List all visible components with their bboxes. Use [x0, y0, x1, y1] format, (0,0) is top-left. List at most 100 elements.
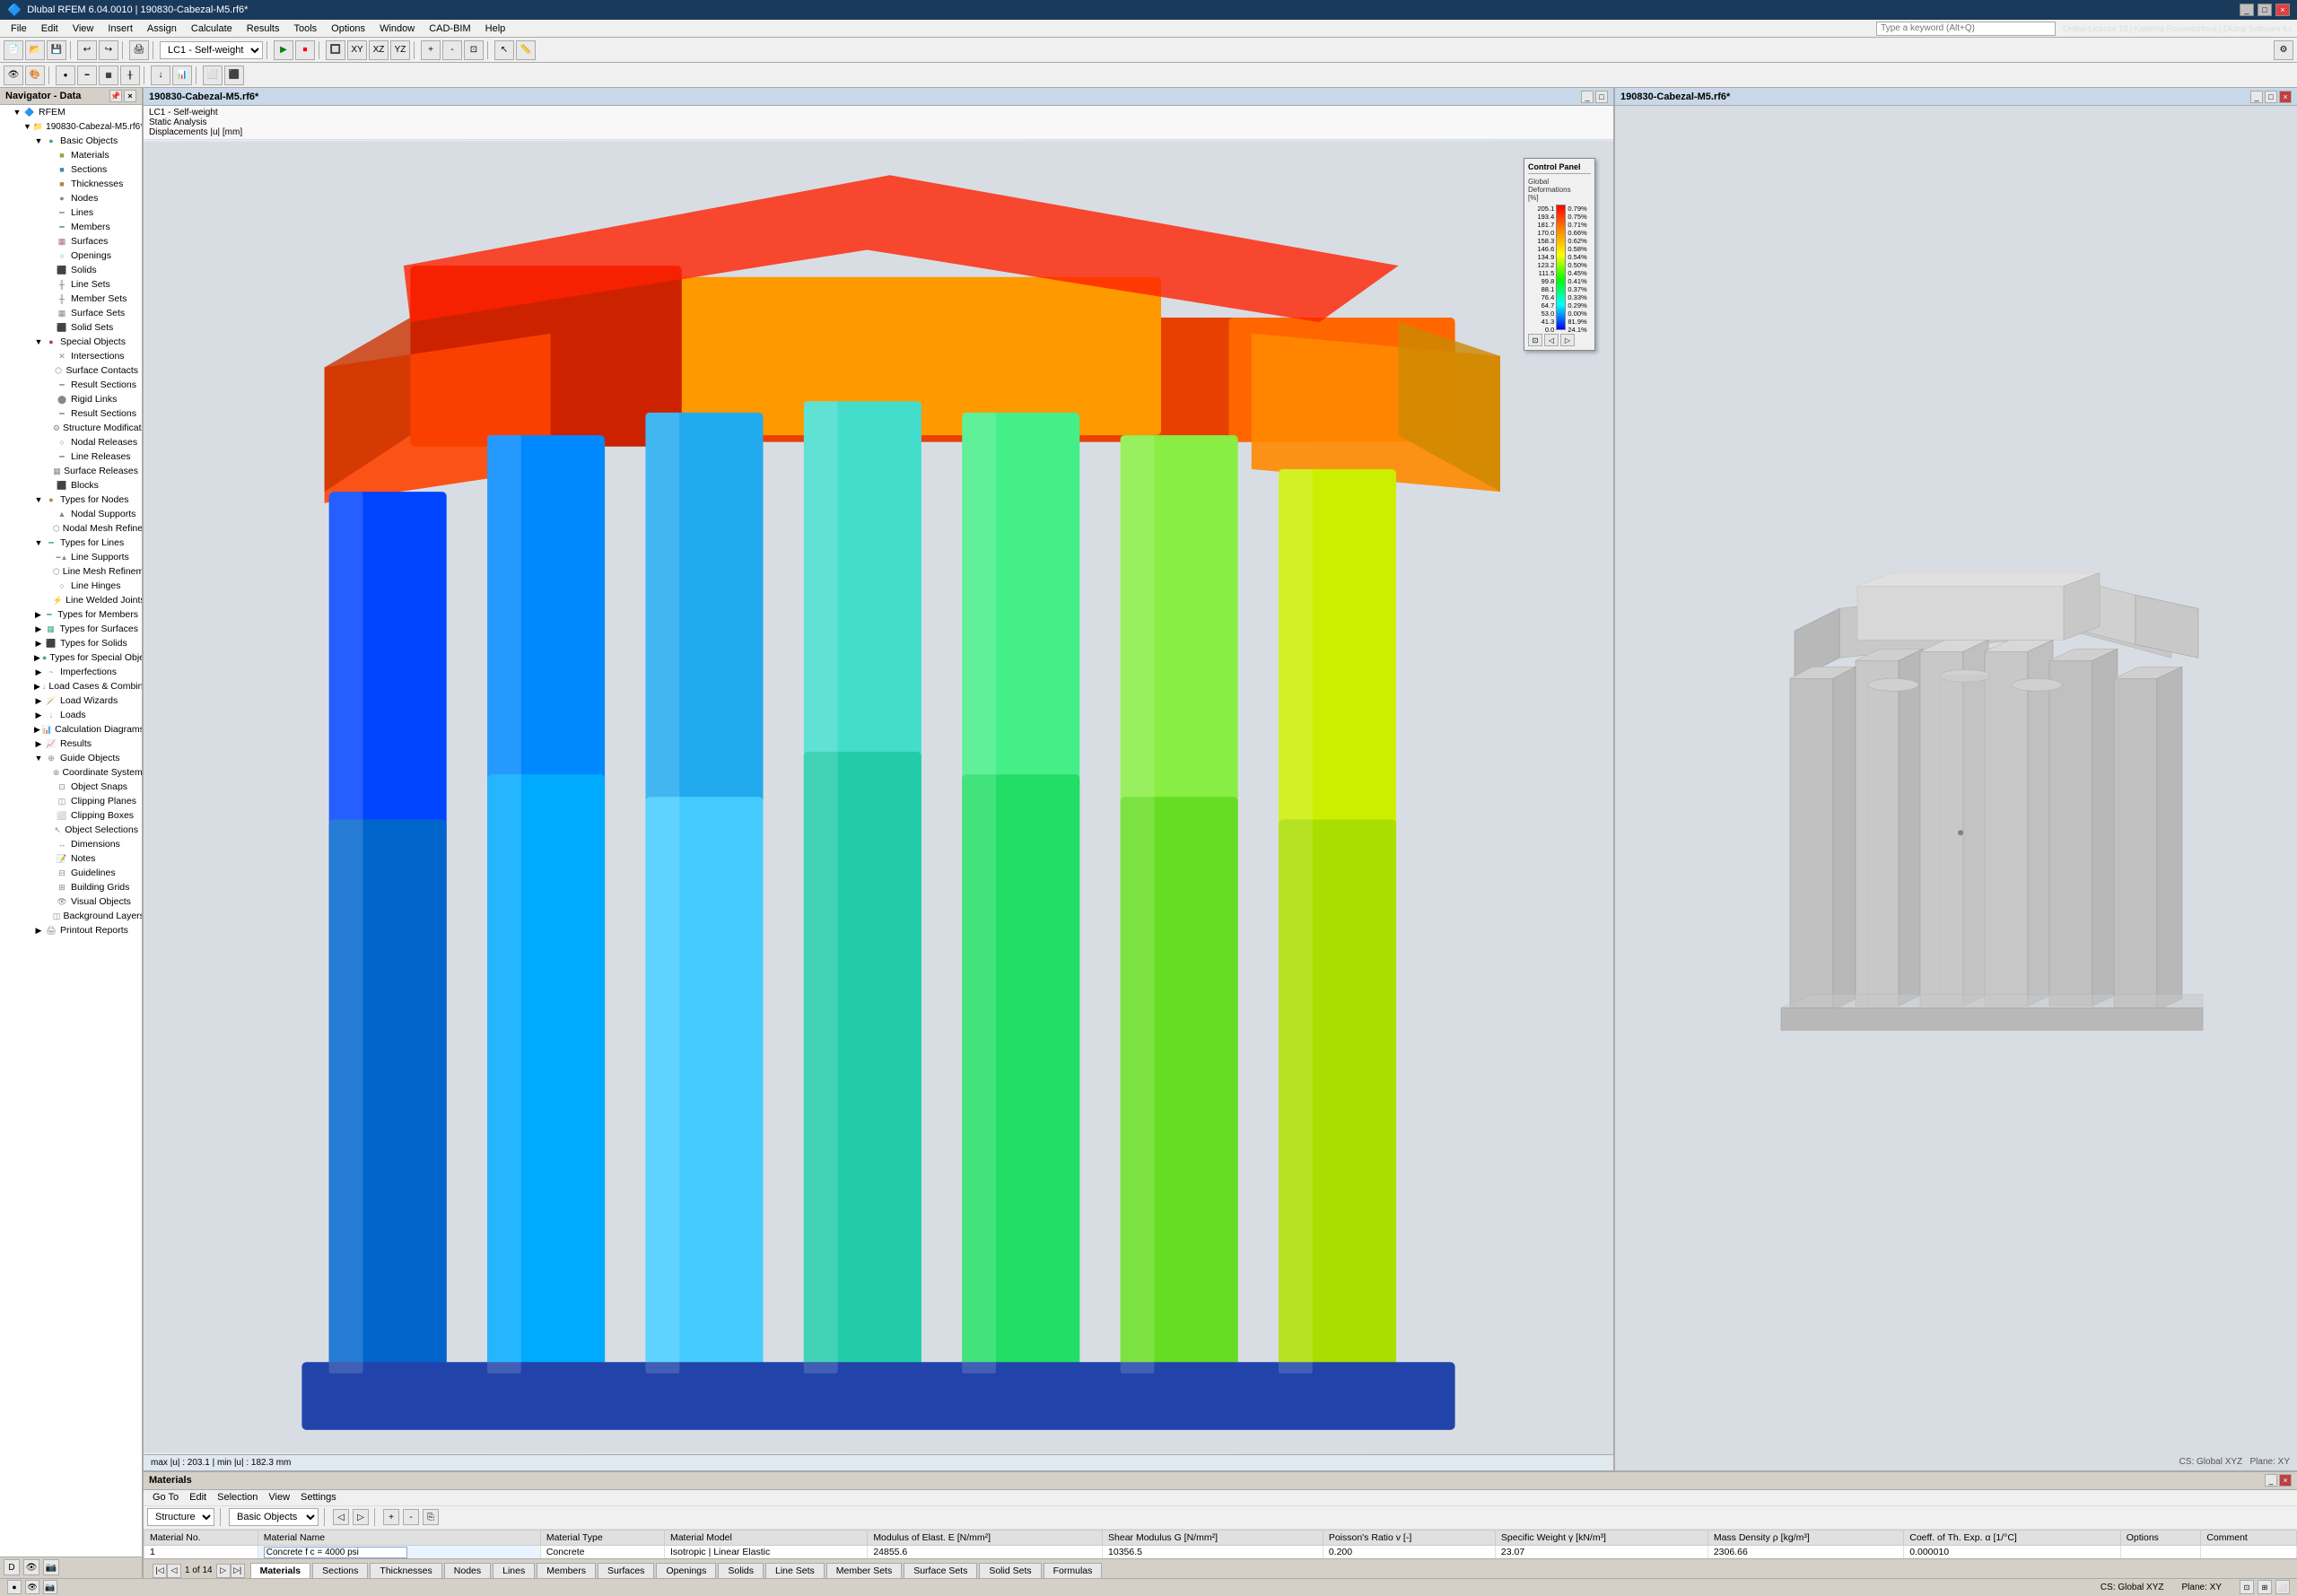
nav-project[interactable]: ▼ 📁 190830-Cabezal-M5.rf6* [0, 119, 142, 134]
tab-materials[interactable]: Materials [250, 1563, 311, 1578]
vp-left-min-btn[interactable]: _ [1581, 91, 1594, 103]
td-name-1[interactable] [258, 1545, 540, 1558]
tab-lines[interactable]: Lines [493, 1563, 535, 1578]
nav-materials[interactable]: ▶ ■ Materials [0, 148, 142, 162]
menu-calculate[interactable]: Calculate [184, 22, 240, 36]
display-btn[interactable]: 👁 [4, 65, 23, 85]
menu-window[interactable]: Window [372, 22, 422, 36]
nav-expand-loadcases[interactable]: ▶ [34, 682, 40, 691]
bp-selection[interactable]: Selection [212, 1492, 263, 1503]
tab-member-sets[interactable]: Member Sets [826, 1563, 902, 1578]
redo-btn[interactable]: ↪ [99, 40, 118, 60]
nav-line-welded-joints[interactable]: ▶ ⚡ Line Welded Joints [0, 593, 142, 607]
nav-expand-typesnodes[interactable]: ▼ [34, 495, 43, 504]
nav-nodes[interactable]: ▶ ● Nodes [0, 191, 142, 205]
load-btn[interactable]: ↓ [151, 65, 170, 85]
open-btn[interactable]: 📂 [25, 40, 45, 60]
tab-sections[interactable]: Sections [312, 1563, 368, 1578]
nav-rigid-links[interactable]: ▶ ⬤ Rigid Links [0, 392, 142, 406]
nav-types-surfaces[interactable]: ▶ ▦ Types for Surfaces [0, 622, 142, 636]
menu-view[interactable]: View [66, 22, 101, 36]
bp-view[interactable]: View [263, 1492, 295, 1503]
page-first-btn[interactable]: |◁ [153, 1564, 167, 1578]
nav-line-mesh-ref[interactable]: ▶ ⬡ Line Mesh Refinements [0, 564, 142, 579]
vp-left-max-btn[interactable]: □ [1595, 91, 1608, 103]
nav-surfacesets[interactable]: ▶ ▦ Surface Sets [0, 306, 142, 320]
tab-surfaces[interactable]: Surfaces [598, 1563, 654, 1578]
nav-obj-snaps[interactable]: ▶ ⊡ Object Snaps [0, 780, 142, 794]
nav-loads[interactable]: ▶ ↓ Loads [0, 708, 142, 722]
nav-types-nodes[interactable]: ▼ ● Types for Nodes [0, 493, 142, 507]
nav-expand-typesspec[interactable]: ▶ [34, 653, 40, 662]
nav-expand-typessol[interactable]: ▶ [34, 639, 43, 648]
nav-intersections[interactable]: ▶ ✕ Intersections [0, 349, 142, 363]
render-btn[interactable]: 🎨 [25, 65, 45, 85]
nav-expand-rfem[interactable]: ▼ [13, 108, 22, 117]
page-prev-btn[interactable]: ◁ [167, 1564, 181, 1578]
run-btn[interactable]: ▶ [274, 40, 293, 60]
viewport-right-controls[interactable]: _ □ × [2250, 91, 2292, 103]
print-btn[interactable]: 🖨 [129, 40, 149, 60]
nav-structmod[interactable]: ▶ ⚙ Structure Modifications [0, 421, 142, 435]
nav-expand-imperf[interactable]: ▶ [34, 667, 43, 676]
viewport-left-controls[interactable]: _ □ [1581, 91, 1608, 103]
wireframe-btn[interactable]: ⬜ [203, 65, 223, 85]
nav-bg-layers[interactable]: ▶ ◫ Background Layers [0, 909, 142, 923]
zoom-fit-btn[interactable]: ⊡ [464, 40, 484, 60]
viewport-left-canvas[interactable]: Control Panel Global Deformations[%] 205… [144, 140, 1613, 1454]
maximize-button[interactable]: □ [2258, 4, 2272, 16]
menu-options[interactable]: Options [324, 22, 372, 36]
nav-types-members[interactable]: ▶ ━ Types for Members [0, 607, 142, 622]
settings-btn[interactable]: ⚙ [2274, 40, 2293, 60]
search-input[interactable] [1876, 22, 2056, 36]
measure-btn[interactable]: 📏 [516, 40, 536, 60]
tab-nodes[interactable]: Nodes [444, 1563, 491, 1578]
nav-basic-objects[interactable]: ▼ ● Basic Objects [0, 134, 142, 148]
nav-surface-releases[interactable]: ▶ ▦ Surface Releases [0, 464, 142, 478]
result-btn[interactable]: 📊 [172, 65, 192, 85]
nav-line-supports[interactable]: ▶ ━▲ Line Supports [0, 550, 142, 564]
nav-expand-special[interactable]: ▼ [34, 337, 43, 346]
status-btn3[interactable]: 📷 [43, 1580, 57, 1594]
nav-sections[interactable]: ▶ ■ Sections [0, 162, 142, 177]
nav-calc-diag[interactable]: ▶ 📊 Calculation Diagrams [0, 722, 142, 737]
tab-members[interactable]: Members [537, 1563, 596, 1578]
nav-close-btn[interactable]: × [124, 90, 136, 102]
tab-surface-sets[interactable]: Surface Sets [904, 1563, 977, 1578]
bp-objects-dropdown[interactable]: Basic Objects [229, 1508, 319, 1526]
tab-solids[interactable]: Solids [718, 1563, 764, 1578]
vp-right-min-btn[interactable]: _ [2250, 91, 2263, 103]
nav-expand-typesmem[interactable]: ▶ [34, 610, 42, 619]
menu-insert[interactable]: Insert [100, 22, 140, 36]
nav-expand-typessurf[interactable]: ▶ [34, 624, 43, 633]
nav-solidsets[interactable]: ▶ ⬛ Solid Sets [0, 320, 142, 335]
status-btn2[interactable]: 👁 [25, 1580, 39, 1594]
menu-assign[interactable]: Assign [140, 22, 184, 36]
bp-filter-dropdown[interactable]: Structure [147, 1508, 214, 1526]
table-row[interactable]: 1 Concrete Isotropic | Linear Elastic 24… [144, 1545, 2297, 1558]
nav-types-solids[interactable]: ▶ ⬛ Types for Solids [0, 636, 142, 650]
nav-visual-objects[interactable]: ▶ 👁 Visual Objects [0, 894, 142, 909]
tab-thicknesses[interactable]: Thicknesses [370, 1563, 441, 1578]
nav-expand-print[interactable]: ▶ [34, 926, 43, 935]
nav-expand-results[interactable]: ▶ [34, 739, 43, 748]
nav-load-cases[interactable]: ▶ ↓ Load Cases & Combinations [0, 679, 142, 693]
nav-view-btn[interactable]: 📷 [43, 1559, 59, 1575]
page-last-btn[interactable]: ▷| [231, 1564, 245, 1578]
nav-membersets[interactable]: ▶ ╫ Member Sets [0, 292, 142, 306]
nav-printout[interactable]: ▶ 🖨 Printout Reports [0, 923, 142, 938]
nav-display-btn[interactable]: 👁 [23, 1559, 39, 1575]
page-next-btn[interactable]: ▷ [216, 1564, 231, 1578]
nav-dimensions[interactable]: ▶ ↔ Dimensions [0, 837, 142, 851]
nav-result-sections2[interactable]: ▶ ━ Result Sections [0, 406, 142, 421]
bp-min-btn[interactable]: _ [2265, 1474, 2277, 1487]
bp-next-btn[interactable]: ▷ [353, 1509, 369, 1525]
nav-clipping-planes[interactable]: ▶ ◫ Clipping Planes [0, 794, 142, 808]
nav-surfaces[interactable]: ▶ ▦ Surfaces [0, 234, 142, 249]
vp-right-close-btn[interactable]: × [2279, 91, 2292, 103]
nav-building-grids[interactable]: ▶ ⊞ Building Grids [0, 880, 142, 894]
tab-line-sets[interactable]: Line Sets [765, 1563, 825, 1578]
stop-btn[interactable]: ⏹ [295, 40, 315, 60]
bp-settings[interactable]: Settings [295, 1492, 342, 1503]
status-view-btn1[interactable]: ⊡ [2240, 1580, 2254, 1594]
